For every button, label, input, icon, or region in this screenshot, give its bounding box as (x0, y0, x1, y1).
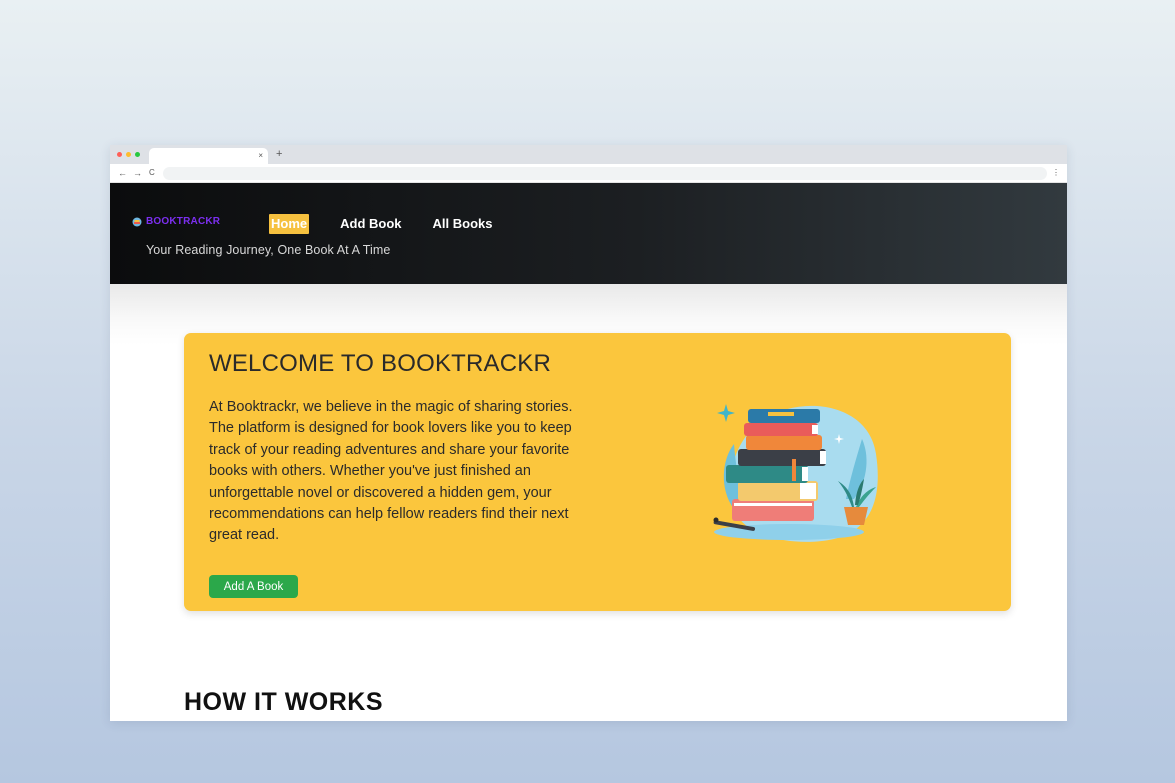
minimize-window-dot[interactable] (126, 152, 131, 157)
add-a-book-button[interactable]: Add A Book (209, 575, 298, 598)
browser-tab[interactable]: × (149, 148, 268, 164)
site-tagline: Your Reading Journey, One Book At A Time (146, 243, 391, 257)
tab-close-icon[interactable]: × (258, 150, 263, 162)
browser-window: × + ← → C ⋮ BOOKTRACKR Home Add Book All… (110, 145, 1067, 721)
forward-icon[interactable]: → (133, 167, 142, 179)
new-tab-icon[interactable]: + (276, 148, 282, 161)
welcome-card: WELCOME TO BOOKTRACKR At Booktrackr, we … (184, 333, 1011, 611)
site-header: BOOKTRACKR Home Add Book All Books Your … (110, 183, 1067, 284)
book-stack-illustration (713, 404, 878, 542)
welcome-text: At Booktrackr, we believe in the magic o… (209, 399, 573, 544)
logo-text: BOOKTRACKR (146, 216, 221, 227)
logo-icon (132, 217, 142, 226)
site-logo[interactable]: BOOKTRACKR (132, 216, 220, 227)
reload-icon[interactable]: C (149, 167, 155, 179)
main-nav: Home Add Book All Books (269, 214, 523, 234)
maximize-window-dot[interactable] (135, 152, 140, 157)
nav-all-books[interactable]: All Books (433, 214, 493, 234)
nav-add-book[interactable]: Add Book (340, 214, 401, 234)
browser-menu-icon[interactable]: ⋮ (1052, 167, 1060, 179)
back-icon[interactable]: ← (118, 167, 127, 179)
browser-toolbar: ← → C ⋮ (110, 164, 1067, 183)
how-it-works-heading: HOW IT WORKS (184, 688, 384, 716)
welcome-title: WELCOME TO BOOKTRACKR (209, 350, 552, 377)
browser-tab-bar: × + (110, 145, 1067, 164)
close-window-dot[interactable] (117, 152, 122, 157)
window-controls (117, 152, 140, 157)
nav-home[interactable]: Home (269, 214, 310, 234)
main-content: WELCOME TO BOOKTRACKR At Booktrackr, we … (110, 284, 1067, 721)
address-bar[interactable] (163, 167, 1047, 180)
